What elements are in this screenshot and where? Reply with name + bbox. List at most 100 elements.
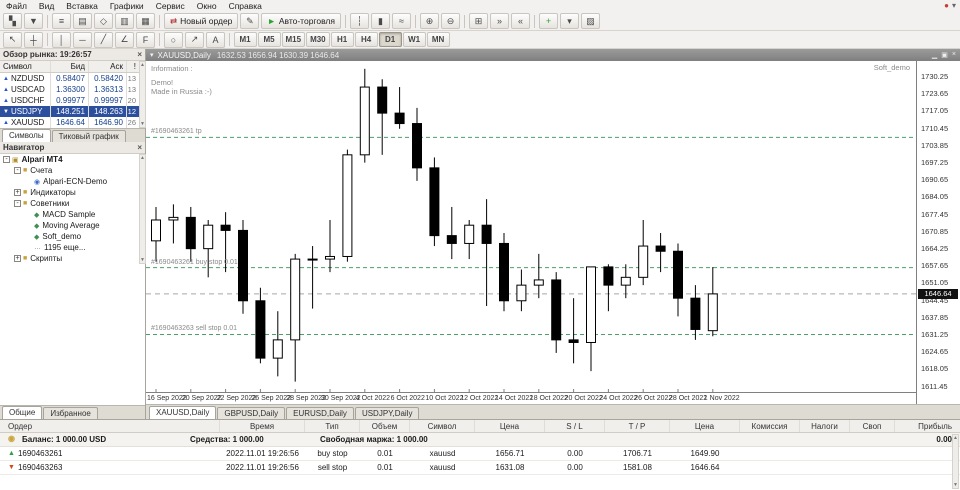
trendline-icon[interactable]: ╱ [94, 31, 113, 48]
chart-title-bar[interactable]: ▾ XAUUSD,Daily 1632.53 1656.94 1630.39 1… [146, 49, 960, 61]
restore-icon[interactable]: ▣ [941, 51, 948, 59]
tree-item-alpari-ecn-demo[interactable]: ◉ Alpari-ECN-Demo [0, 176, 139, 187]
terminal-icon[interactable]: ▥ [115, 13, 134, 29]
tree-item-soft-demo[interactable]: ◆ Soft_demo [0, 231, 139, 242]
mw-column-header-3[interactable]: ! [127, 61, 139, 72]
order-row-1690463261[interactable]: ▲ 1690463261 2022.11.01 19:26:56 buy stop 0.… [0, 447, 960, 461]
terminal-column-2[interactable]: Тип [305, 420, 360, 432]
market-watch-row-usdchf[interactable]: ▲ USDCHF 0.99977 0.99997 20 [0, 95, 145, 106]
timeframe-h4[interactable]: H4 [354, 32, 378, 47]
text-label-icon[interactable]: A [206, 31, 225, 48]
chart-tab-usdjpy-daily[interactable]: USDJPY,Daily [354, 407, 420, 419]
market-watch-row-usdjpy[interactable]: ▼ USDJPY 148.251 148.263 12 [0, 106, 145, 117]
new-chart-icon[interactable]: ▚ [3, 13, 22, 29]
chart-tab-xauusd-daily[interactable]: XAUUSD,Daily [149, 406, 217, 419]
order-row-1690463263[interactable]: ▼ 1690463263 2022.11.01 19:26:56 sell stop 0… [0, 461, 960, 475]
tree-expander-icon[interactable]: + [14, 189, 21, 196]
terminal-column-3[interactable]: Объем [360, 420, 410, 432]
terminal-column-6[interactable]: S / L [545, 420, 605, 432]
alert-icon[interactable]: ● [944, 2, 949, 10]
market-watch-close-icon[interactable]: × [137, 50, 142, 59]
fibonacci-icon[interactable]: F [136, 31, 155, 48]
chart-plot-area[interactable]: Information : Demo! Made in Russia :-) S… [146, 61, 916, 392]
cursor-icon[interactable]: ↖ [3, 31, 22, 48]
chart-candles-icon[interactable]: ▮ [370, 13, 390, 29]
equidistant-channel-icon[interactable]: ∠ [115, 31, 134, 48]
profiles-icon[interactable]: ▼ [24, 13, 43, 29]
market-watch-icon[interactable]: ≡ [52, 13, 71, 29]
timeframe-m1[interactable]: M1 [233, 32, 257, 47]
chart-shift-icon[interactable]: « [510, 13, 530, 29]
menu-графики[interactable]: Графики [104, 1, 150, 11]
templates-icon[interactable]: ▨ [580, 13, 600, 29]
tree-item-скрипты[interactable]: + ■ Скрипты [0, 253, 139, 264]
terminal-column-7[interactable]: T / P [605, 420, 670, 432]
menu-вставка[interactable]: Вставка [60, 1, 104, 11]
vertical-line-icon[interactable]: │ [52, 31, 71, 48]
mw-column-header-1[interactable]: Бид [51, 61, 89, 72]
terminal-column-10[interactable]: Налоги [800, 420, 850, 432]
terminal-column-5[interactable]: Цена [475, 420, 545, 432]
tree-item-alpari-mt4[interactable]: - ▣ Alpari MT4 [0, 154, 139, 165]
menu-сервис[interactable]: Сервис [150, 1, 191, 11]
shapes-icon[interactable]: ○ [164, 31, 183, 48]
tree-item-счета[interactable]: - ■ Счета [0, 165, 139, 176]
menu-файл[interactable]: Файл [0, 1, 33, 11]
arrows-icon[interactable]: ↗ [185, 31, 204, 48]
chart-bars-icon[interactable]: ┆ [349, 13, 369, 29]
timeframe-w1[interactable]: W1 [402, 32, 426, 47]
chart-tab-eurusd-daily[interactable]: EURUSD,Daily [286, 407, 354, 419]
zoom-in-icon[interactable]: ⊕ [419, 13, 439, 29]
indicators-list-icon[interactable]: + [538, 13, 558, 29]
tree-expander-icon[interactable]: - [14, 200, 21, 207]
periods-icon[interactable]: ▾ [559, 13, 579, 29]
tree-expander-icon[interactable]: + [14, 255, 21, 262]
mw-tab-символы[interactable]: Символы [2, 129, 51, 142]
zoom-out-icon[interactable]: ⊖ [440, 13, 460, 29]
crosshair-icon[interactable]: ┼ [24, 31, 43, 48]
navigator-scrollbar[interactable]: ▲ ▼ [139, 154, 146, 264]
chart-line-icon[interactable]: ≈ [391, 13, 411, 29]
minimize-icon[interactable]: ▁ [932, 51, 937, 59]
metaeditor-icon[interactable]: ✎ [240, 13, 260, 29]
timeframe-h1[interactable]: H1 [330, 32, 354, 47]
terminal-scrollbar[interactable]: ▲ ▼ [952, 434, 959, 489]
new-order-button[interactable]: ⇄ Новый ордер [164, 13, 239, 29]
time-axis[interactable]: 16 Sep 2022 20 Sep 2022 22 Sep 2022 26 Sep … [146, 392, 916, 404]
timeframe-m15[interactable]: M15 [281, 32, 306, 47]
tree-item-1195-еще-[interactable]: … 1195 еще... [0, 242, 139, 253]
mw-column-header-0[interactable]: Символ [0, 61, 51, 72]
terminal-column-12[interactable]: Прибыль [895, 420, 960, 432]
nav-tab-избранное[interactable]: Избранное [43, 407, 98, 419]
tree-item-macd-sample[interactable]: ◆ MACD Sample [0, 209, 139, 220]
menu-справка[interactable]: Справка [223, 1, 268, 11]
price-axis[interactable]: 1730.25 1723.65 1717.05 1710.45 1703.85 1697.… [916, 61, 960, 404]
timeframe-d1[interactable]: D1 [378, 32, 402, 47]
market-watch-row-xauusd[interactable]: ▲ XAUUSD 1646.64 1646.90 26 [0, 117, 145, 128]
chart-canvas[interactable] [146, 61, 916, 392]
terminal-column-4[interactable]: Символ [410, 420, 475, 432]
terminal-column-1[interactable]: Время [220, 420, 305, 432]
tree-item-индикаторы[interactable]: + ■ Индикаторы [0, 187, 139, 198]
tile-windows-icon[interactable]: ⊞ [468, 13, 488, 29]
balance-row[interactable]: ◉ Баланс: 1 000.00 USD Средства: 1 000.0… [0, 433, 960, 447]
tree-item-moving-average[interactable]: ◆ Moving Average [0, 220, 139, 231]
terminal-column-8[interactable]: Цена [670, 420, 740, 432]
tree-expander-icon[interactable]: - [14, 167, 21, 174]
auto-scroll-icon[interactable]: » [489, 13, 509, 29]
timeframe-m30[interactable]: M30 [306, 32, 330, 47]
panel-toggle-icon[interactable]: ▾ [952, 2, 956, 10]
auto-trading-button[interactable]: ► Авто-торговля [261, 13, 341, 29]
market-watch-row-nzdusd[interactable]: ▲ NZDUSD 0.58407 0.58420 13 [0, 73, 145, 84]
menu-окно[interactable]: Окно [191, 1, 223, 11]
strategy-tester-icon[interactable]: ▦ [136, 13, 155, 29]
terminal-column-11[interactable]: Своп [850, 420, 895, 432]
menu-вид[interactable]: Вид [33, 1, 60, 11]
tree-expander-icon[interactable]: - [3, 156, 10, 163]
close-icon[interactable]: × [952, 51, 956, 59]
horizontal-line-icon[interactable]: ─ [73, 31, 92, 48]
market-watch-scrollbar[interactable]: ▲ ▼ [139, 61, 146, 128]
tree-item-советники[interactable]: - ■ Советники [0, 198, 139, 209]
mw-column-header-2[interactable]: Аск [89, 61, 127, 72]
timeframe-mn[interactable]: MN [426, 32, 450, 47]
